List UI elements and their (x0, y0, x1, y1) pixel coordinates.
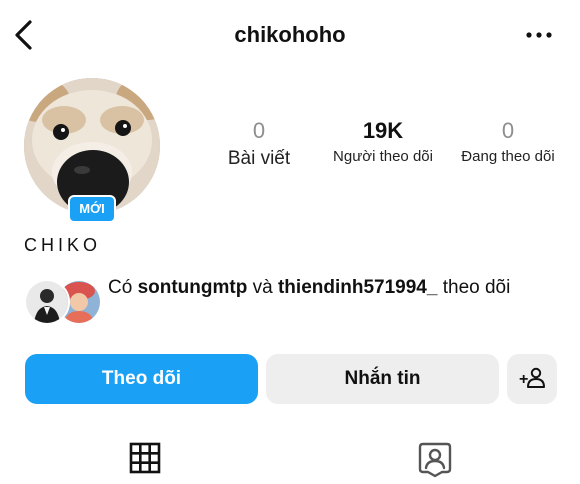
stat-following[interactable]: 0 Đang theo dõi (452, 118, 564, 165)
stat-followers-label: Người theo dõi (333, 148, 433, 165)
stat-posts-value: 0 (252, 118, 266, 143)
stat-posts-label: Bài viết (227, 148, 291, 169)
posts-grid-tab-icon[interactable] (125, 438, 165, 478)
mutual-user-link-1[interactable]: sontungmtp (138, 277, 248, 298)
profile-display-name: CHIKO (24, 235, 102, 255)
new-badge: MỚI (68, 195, 116, 223)
stat-following-label: Đang theo dõi (461, 148, 555, 165)
message-button[interactable]: Nhắn tin (266, 354, 499, 404)
follow-button[interactable]: Theo dõi (25, 354, 258, 404)
profile-username-title: chikohoho (234, 22, 346, 47)
tagged-tab-icon[interactable] (415, 438, 455, 478)
mutual-avatar-1 (24, 279, 70, 325)
mutual-followers-avatars[interactable] (24, 279, 102, 325)
stat-followers[interactable]: 19K Người theo dõi (324, 118, 442, 165)
mutual-user-link-2[interactable]: thiendinh571994_ (278, 277, 437, 298)
stat-following-value: 0 (501, 118, 515, 143)
more-options-icon[interactable] (522, 24, 556, 46)
followed-prefix: Có (108, 277, 133, 298)
followed-connector: và (252, 277, 273, 298)
followed-by-text: Có sontungmtp và thiendinh571994_ theo d… (108, 275, 568, 301)
add-user-button[interactable]: + (507, 354, 557, 404)
profile-avatar[interactable] (24, 78, 160, 214)
add-user-icon: + (519, 367, 545, 388)
stat-posts[interactable]: 0 Bài viết (218, 118, 300, 170)
add-user-plus-glyph: + (519, 371, 528, 388)
dog-photo-icon (24, 78, 160, 214)
followed-suffix: theo dõi (442, 277, 511, 298)
stat-followers-value: 19K (362, 118, 404, 143)
